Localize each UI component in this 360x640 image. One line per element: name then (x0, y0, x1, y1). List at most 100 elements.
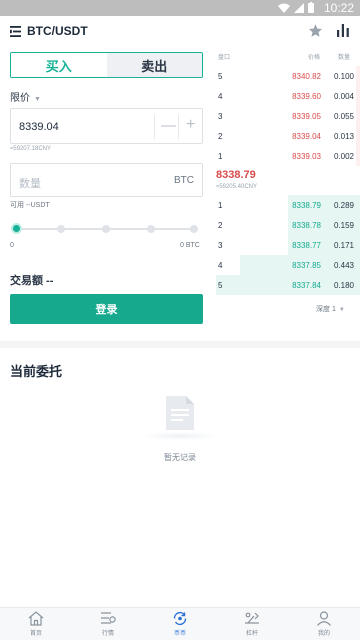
nav-label: 币币 (173, 631, 186, 637)
slider-max-label: 0 BTC (180, 242, 200, 249)
signal-icon (294, 2, 304, 13)
status-icons (278, 2, 314, 13)
price-value[interactable]: 8339.04 (19, 121, 59, 133)
depth-bar (356, 66, 360, 86)
ask-price: 8339.04 (292, 132, 321, 141)
app-header: BTC/USDT (0, 16, 360, 48)
bid-index: 1 (218, 201, 223, 210)
bid-qty: 0.159 (333, 221, 354, 230)
nav-label: 我的 (317, 631, 330, 637)
ask-row[interactable]: 2 8339.04 0.013 (216, 126, 360, 146)
chart-icon[interactable] (337, 24, 349, 37)
login-button[interactable]: 登录 (10, 294, 203, 324)
bid-price: 8338.77 (292, 241, 321, 250)
bid-row[interactable]: 4 8337.85 0.443 (216, 255, 360, 275)
ask-qty: 0.004 (333, 92, 354, 101)
ask-index: 5 (218, 72, 223, 81)
empty-document-icon (166, 396, 194, 430)
depth-label: 深度 1 (316, 306, 336, 313)
ask-row[interactable]: 3 8339.05 0.055 (216, 106, 360, 126)
order-type-select[interactable]: 限价 ▼ (10, 89, 41, 104)
slider-min-label: 0 (10, 242, 14, 249)
price-input[interactable]: 8339.04 — + (10, 108, 203, 144)
divider (154, 115, 155, 139)
last-price-cny: ≈59205.40CNY (216, 184, 257, 190)
bid-index: 2 (218, 221, 223, 230)
decrease-price-button[interactable]: — (161, 117, 176, 134)
favorite-star-icon[interactable] (308, 23, 323, 38)
ask-price: 8339.05 (292, 112, 321, 121)
quantity-unit: BTC (174, 175, 194, 186)
ask-price: 8339.03 (292, 152, 321, 161)
slider-step-50[interactable] (102, 225, 110, 233)
tab-buy[interactable]: 买入 (11, 53, 107, 77)
percent-slider[interactable] (11, 223, 198, 234)
ask-qty: 0.100 (333, 72, 354, 81)
available-balance: 可用 --USDT (10, 202, 50, 209)
ask-qty: 0.002 (333, 152, 354, 161)
leverage-icon (245, 612, 259, 624)
header-qty: 数量 (338, 55, 351, 61)
nav-market[interactable]: 行情 (72, 608, 144, 640)
slider-step-25[interactable] (57, 225, 65, 233)
order-type-label: 限价 (10, 93, 30, 104)
bid-row[interactable]: 3 8338.77 0.171 (216, 235, 360, 255)
tab-sell[interactable]: 卖出 (106, 53, 202, 77)
increase-price-button[interactable]: + (186, 116, 195, 134)
nav-exchange[interactable]: 币币 (144, 608, 216, 640)
depth-bar (356, 86, 360, 106)
price-cny: ≈59207.18CNY (10, 146, 51, 152)
bid-row[interactable]: 1 8338.79 0.289 (216, 195, 360, 215)
divider (178, 115, 179, 139)
depth-bar (356, 126, 360, 146)
profile-icon (317, 611, 331, 626)
bid-price: 8338.79 (292, 201, 321, 210)
depth-select[interactable]: 深度 1 ▼ (316, 304, 345, 314)
bid-row[interactable]: 5 8337.84 0.180 (216, 275, 360, 295)
home-icon (28, 611, 44, 626)
market-icon (101, 612, 116, 624)
battery-icon (308, 2, 314, 13)
nav-leverage[interactable]: 杠杆 (216, 608, 288, 640)
bid-index: 5 (218, 281, 223, 290)
nav-home[interactable]: 首页 (0, 608, 72, 640)
pair-title[interactable]: BTC/USDT (27, 24, 88, 38)
ask-index: 4 (218, 92, 223, 101)
ask-row[interactable]: 4 8339.60 0.004 (216, 86, 360, 106)
quantity-placeholder: 数量 (19, 178, 41, 190)
slider-step-75[interactable] (147, 225, 155, 233)
ask-row[interactable]: 5 8340.82 0.100 (216, 66, 360, 86)
nav-profile[interactable]: 我的 (288, 608, 360, 640)
ask-index: 2 (218, 132, 223, 141)
buy-sell-tabs: 买入 卖出 (10, 52, 203, 78)
bottom-nav: 首页 行情 币币 杠杆 我的 (0, 607, 360, 640)
depth-bar (356, 146, 360, 166)
bid-qty: 0.443 (333, 261, 354, 270)
menu-icon[interactable] (10, 26, 21, 37)
bid-price: 8337.84 (292, 281, 321, 290)
exchange-icon (173, 611, 187, 626)
quantity-input[interactable]: 数量 BTC (10, 163, 203, 197)
bid-price: 8337.85 (292, 261, 321, 270)
ask-row[interactable]: 1 8339.03 0.002 (216, 146, 360, 166)
empty-shadow (140, 432, 220, 440)
bid-index: 4 (218, 261, 223, 270)
header-price: 价格 (308, 55, 321, 61)
ask-price: 8340.82 (292, 72, 321, 81)
section-divider (0, 341, 360, 348)
bid-qty: 0.180 (333, 281, 354, 290)
nav-label: 杠杆 (245, 631, 258, 637)
slider-step-100[interactable] (190, 225, 198, 233)
nav-label: 行情 (101, 631, 114, 637)
wifi-icon (278, 3, 290, 13)
bid-row[interactable]: 2 8338.78 0.159 (216, 215, 360, 235)
ask-qty: 0.055 (333, 112, 354, 121)
bid-price: 8338.78 (292, 221, 321, 230)
header-level: 盘口 (218, 55, 231, 61)
nav-label: 首页 (29, 631, 42, 637)
status-time: 10:22 (323, 1, 354, 15)
ask-index: 1 (218, 152, 223, 161)
bid-index: 3 (218, 241, 223, 250)
ask-price: 8339.60 (292, 92, 321, 101)
slider-handle[interactable] (11, 223, 22, 234)
